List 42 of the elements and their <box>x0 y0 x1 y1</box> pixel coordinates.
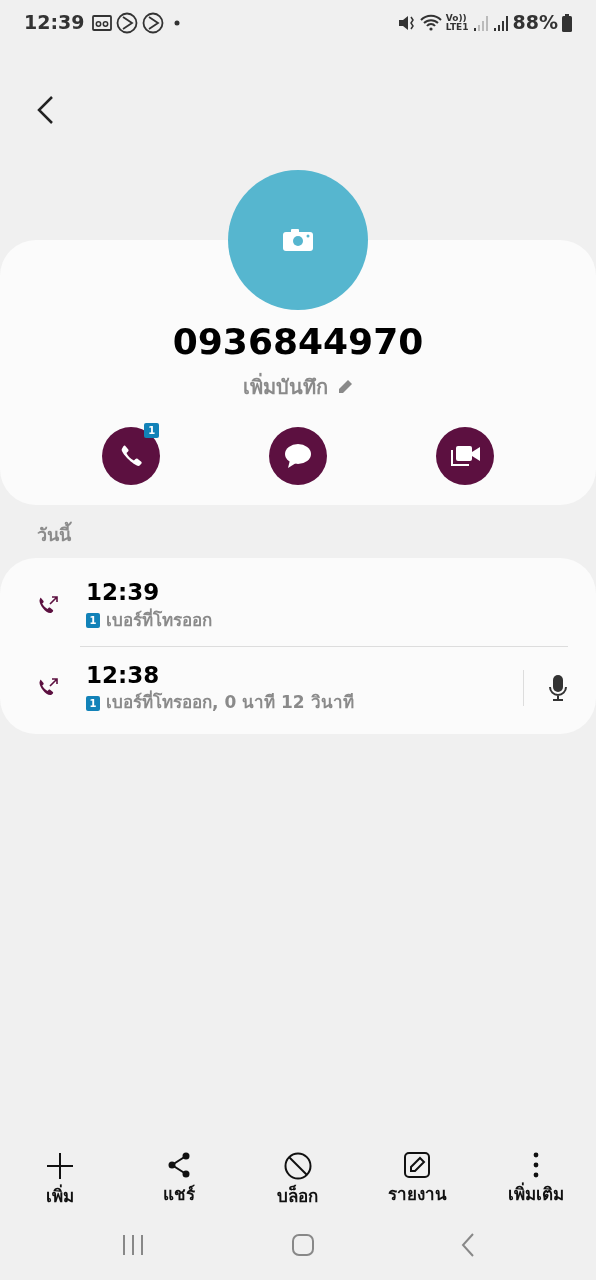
play-circle-icon <box>116 11 139 34</box>
call-time: 12:38 <box>86 660 161 690</box>
call-log-row[interactable]: 12:38 1 เบอร์ที่โทรออก, 0 นาที 12 วินาที <box>0 646 596 728</box>
signal-icon <box>472 13 489 32</box>
recent-apps-icon[interactable] <box>121 1234 145 1256</box>
video-camera-icon <box>448 444 481 469</box>
wifi-icon <box>419 13 442 32</box>
call-log-row[interactable]: 12:39 1 เบอร์ที่โทรออก <box>0 564 596 646</box>
call-time: 12:39 <box>86 578 161 608</box>
voicemail-icon <box>92 14 113 31</box>
toolbar-button[interactable]: เพิ่ม <box>0 1150 120 1210</box>
edit-icon <box>404 1151 431 1178</box>
call-detail: เบอร์ที่โทรออก <box>106 608 212 633</box>
block-icon <box>283 1151 312 1180</box>
status-time: 12:39 <box>24 10 85 36</box>
sim-badge: 1 <box>86 613 100 629</box>
more-icon <box>533 1151 540 1178</box>
toolbar-button[interactable]: รายงาน <box>357 1150 477 1210</box>
battery-level: 88% <box>512 10 558 36</box>
message-button[interactable] <box>269 427 327 486</box>
call-detail: เบอร์ที่โทรออก, 0 นาที 12 วินาที <box>106 690 354 715</box>
home-icon[interactable] <box>291 1233 315 1257</box>
battery-icon <box>562 13 572 32</box>
dot-icon <box>174 19 181 26</box>
phone-number: 0936844970 <box>172 321 424 362</box>
toolbar-button[interactable]: บล็อก <box>238 1150 358 1210</box>
microphone-icon <box>548 674 568 703</box>
back-button[interactable] <box>36 95 56 125</box>
mute-icon <box>397 13 416 32</box>
sim-badge: 1 <box>86 695 100 711</box>
camera-icon <box>283 229 313 251</box>
recording-button[interactable] <box>523 670 568 707</box>
play-circle-icon <box>142 11 165 34</box>
toolbar-button[interactable]: เพิ่มเติม <box>476 1150 596 1210</box>
plus-icon <box>45 1151 74 1180</box>
share-icon <box>166 1151 191 1178</box>
network-indicator: Vo)) LTE1 <box>445 13 469 32</box>
toolbar-button[interactable]: แชร์ <box>119 1150 239 1210</box>
chat-bubble-icon <box>284 443 312 470</box>
signal-icon <box>492 13 509 32</box>
sim-badge: 1 <box>144 423 160 439</box>
back-icon[interactable] <box>461 1233 475 1257</box>
